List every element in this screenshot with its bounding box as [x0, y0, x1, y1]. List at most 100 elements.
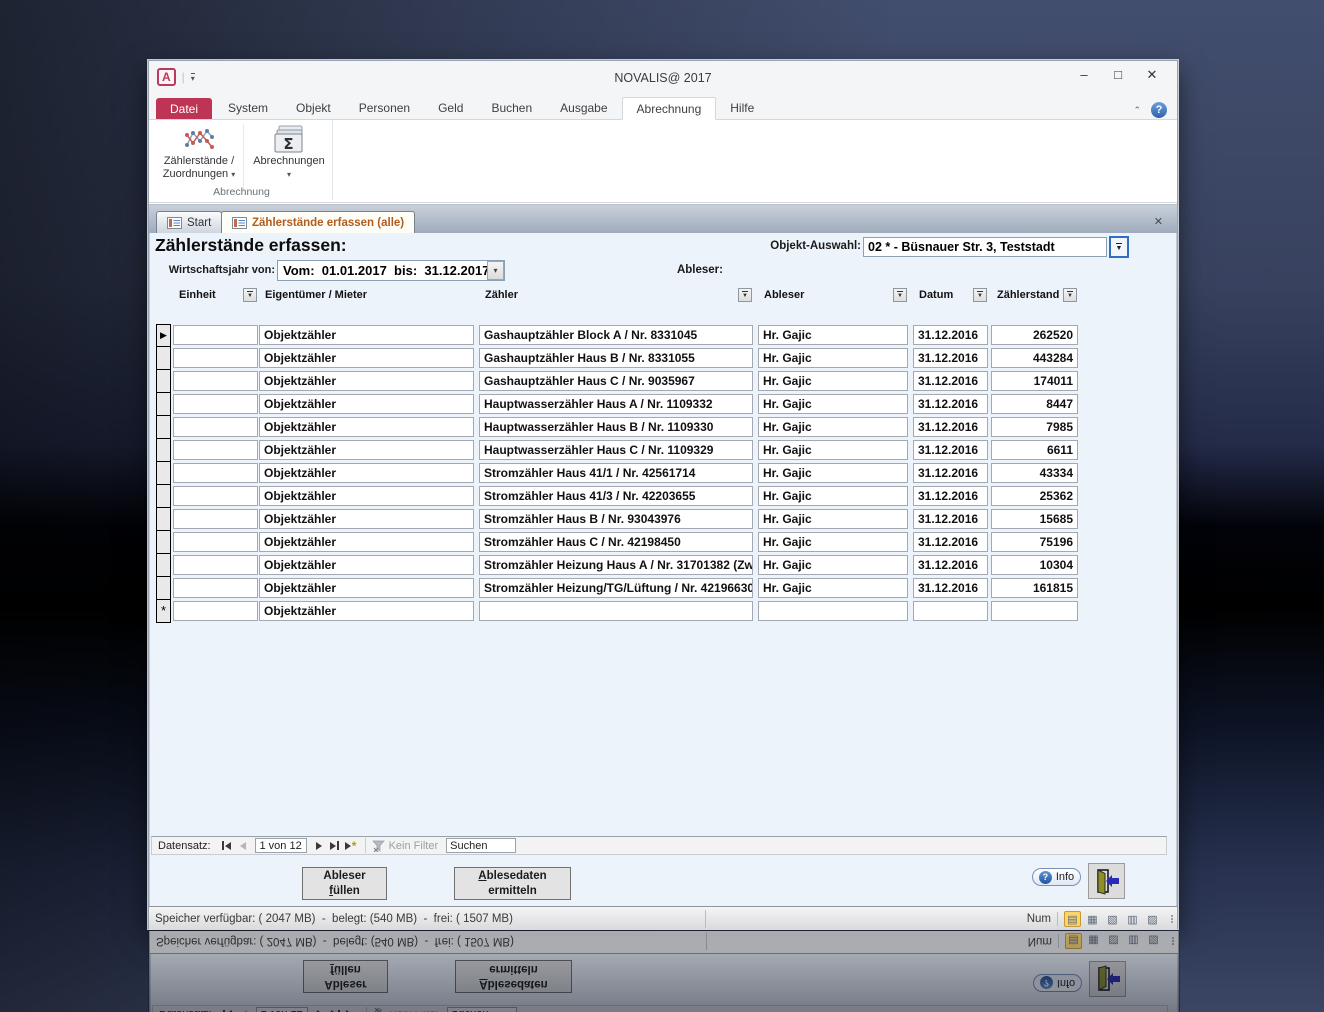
- ableser-fuellen-button[interactable]: Ableser füllen: [302, 867, 387, 900]
- cell-zaehlerstand[interactable]: 8447: [991, 394, 1078, 414]
- maximize-button[interactable]: □: [1101, 67, 1135, 83]
- record-selector[interactable]: [156, 416, 171, 439]
- cell-zaehler[interactable]: Stromzähler Haus B / Nr. 93043976: [479, 509, 753, 529]
- cell-ableser[interactable]: Hr. Gajic: [758, 325, 908, 345]
- cell-einheit[interactable]: [173, 417, 258, 437]
- cell-eigentuemer[interactable]: Objektzähler: [259, 578, 474, 598]
- cell-zaehlerstand[interactable]: 75196: [991, 532, 1078, 552]
- close-button[interactable]: ✕: [1135, 67, 1169, 83]
- wirtschaftsjahr-combobox[interactable]: Vom: 01.01.2017 bis: 31.12.2017: [277, 260, 505, 281]
- cell-einheit[interactable]: [173, 532, 258, 552]
- cell-zaehler[interactable]: Stromzähler Heizung/TG/Lüftung / Nr. 421…: [479, 578, 753, 598]
- record-selector[interactable]: [156, 439, 171, 462]
- cell-ableser[interactable]: [758, 601, 908, 621]
- cell-eigentuemer[interactable]: Objektzähler: [259, 371, 474, 391]
- cell-ableser[interactable]: Hr. Gajic: [758, 509, 908, 529]
- column-sort-button[interactable]: ▼: [1063, 287, 1077, 302]
- ribbon-tab-abrechnung[interactable]: Abrechnung: [621, 97, 717, 120]
- record-selector[interactable]: [156, 347, 171, 370]
- cell-zaehlerstand[interactable]: 10304: [991, 555, 1078, 575]
- new-record-button[interactable]: *: [343, 838, 359, 853]
- cell-ableser[interactable]: Hr. Gajic: [758, 463, 908, 483]
- wirtschaftsjahr-dropdown-button[interactable]: ▾: [487, 261, 504, 280]
- cell-zaehler[interactable]: [479, 601, 753, 621]
- record-selector[interactable]: [156, 393, 171, 416]
- cell-eigentuemer[interactable]: Objektzähler: [259, 348, 474, 368]
- cell-eigentuemer[interactable]: Objektzähler: [259, 394, 474, 414]
- column-sort-button[interactable]: ▼: [893, 287, 907, 302]
- cell-zaehlerstand[interactable]: 161815: [991, 578, 1078, 598]
- design-view-icon[interactable]: ▨: [1144, 911, 1161, 927]
- cell-zaehler[interactable]: Hauptwasserzähler Haus A / Nr. 1109332: [479, 394, 753, 414]
- cell-eigentuemer[interactable]: Objektzähler: [259, 463, 474, 483]
- pivottable-view-icon[interactable]: ▧: [1104, 911, 1121, 927]
- cell-zaehlerstand[interactable]: 15685: [991, 509, 1078, 529]
- record-selector[interactable]: *: [156, 600, 171, 623]
- cell-einheit[interactable]: [173, 440, 258, 460]
- cell-zaehlerstand[interactable]: 25362: [991, 486, 1078, 506]
- cell-einheit[interactable]: [173, 325, 258, 345]
- cell-eigentuemer[interactable]: Objektzähler: [259, 417, 474, 437]
- cell-eigentuemer[interactable]: Objektzähler: [259, 440, 474, 460]
- cell-datum[interactable]: 31.12.2016: [913, 348, 988, 368]
- column-sort-button[interactable]: ▼: [973, 287, 987, 302]
- cell-eigentuemer[interactable]: Objektzähler: [259, 555, 474, 575]
- next-record-button[interactable]: [311, 838, 327, 853]
- last-record-button[interactable]: [327, 838, 343, 853]
- cell-ableser[interactable]: Hr. Gajic: [758, 578, 908, 598]
- record-selector[interactable]: ▶: [156, 324, 171, 347]
- column-sort-button[interactable]: ▼: [738, 287, 752, 302]
- cell-zaehler[interactable]: Stromzähler Haus 41/1 / Nr. 42561714: [479, 463, 753, 483]
- cell-einheit[interactable]: [173, 486, 258, 506]
- cell-zaehlerstand[interactable]: 7985: [991, 417, 1078, 437]
- cell-zaehler[interactable]: Gashauptzähler Haus C / Nr. 9035967: [479, 371, 753, 391]
- resize-grip[interactable]: [1171, 915, 1173, 923]
- cell-eigentuemer[interactable]: Objektzähler: [259, 325, 474, 345]
- cell-eigentuemer[interactable]: Objektzähler: [259, 509, 474, 529]
- cell-einheit[interactable]: [173, 555, 258, 575]
- record-selector[interactable]: [156, 370, 171, 393]
- first-record-button[interactable]: [219, 838, 235, 853]
- record-selector[interactable]: [156, 462, 171, 485]
- cell-ableser[interactable]: Hr. Gajic: [758, 394, 908, 414]
- tab-start[interactable]: Start: [156, 211, 223, 233]
- objekt-auswahl-dropdown-button[interactable]: ▼: [1109, 236, 1129, 258]
- cell-einheit[interactable]: [173, 463, 258, 483]
- cell-zaehlerstand[interactable]: 43334: [991, 463, 1078, 483]
- record-selector[interactable]: [156, 554, 171, 577]
- cell-einheit[interactable]: [173, 578, 258, 598]
- cell-datum[interactable]: 31.12.2016: [913, 394, 988, 414]
- cell-ableser[interactable]: Hr. Gajic: [758, 440, 908, 460]
- ribbon-tab-buchen[interactable]: Buchen: [477, 97, 546, 119]
- help-icon[interactable]: ?: [1151, 102, 1167, 118]
- cell-ableser[interactable]: Hr. Gajic: [758, 417, 908, 437]
- cell-zaehler[interactable]: Stromzähler Heizung Haus A / Nr. 3170138…: [479, 555, 753, 575]
- form-view-icon[interactable]: ▤: [1064, 911, 1081, 927]
- ribbon-tab-ausgabe[interactable]: Ausgabe: [546, 97, 621, 119]
- cell-zaehler[interactable]: Hauptwasserzähler Haus C / Nr. 1109329: [479, 440, 753, 460]
- ribbon-tab-hilfe[interactable]: Hilfe: [716, 97, 768, 119]
- cell-datum[interactable]: 31.12.2016: [913, 578, 988, 598]
- ribbon-tab-geld[interactable]: Geld: [424, 97, 477, 119]
- ribbon-collapse-icon[interactable]: ⌃: [1133, 105, 1141, 116]
- cell-zaehlerstand[interactable]: 262520: [991, 325, 1078, 345]
- record-selector[interactable]: [156, 485, 171, 508]
- cell-datum[interactable]: 31.12.2016: [913, 417, 988, 437]
- cell-datum[interactable]: 31.12.2016: [913, 440, 988, 460]
- cell-zaehlerstand[interactable]: 174011: [991, 371, 1078, 391]
- minimize-button[interactable]: –: [1067, 67, 1101, 83]
- cell-datum[interactable]: [913, 601, 988, 621]
- cell-ableser[interactable]: Hr. Gajic: [758, 532, 908, 552]
- cell-eigentuemer[interactable]: Objektzähler: [259, 601, 474, 621]
- filter-indicator[interactable]: Kein Filter: [371, 840, 438, 852]
- cell-ableser[interactable]: Hr. Gajic: [758, 348, 908, 368]
- cell-ableser[interactable]: Hr. Gajic: [758, 371, 908, 391]
- exit-button[interactable]: [1088, 863, 1125, 899]
- cell-datum[interactable]: 31.12.2016: [913, 463, 988, 483]
- cell-datum[interactable]: 31.12.2016: [913, 325, 988, 345]
- abrechnungen-button[interactable]: Σ Abrechnungen ▾: [246, 123, 332, 185]
- cell-ableser[interactable]: Hr. Gajic: [758, 555, 908, 575]
- cell-datum[interactable]: 31.12.2016: [913, 509, 988, 529]
- cell-eigentuemer[interactable]: Objektzähler: [259, 486, 474, 506]
- cell-einheit[interactable]: [173, 348, 258, 368]
